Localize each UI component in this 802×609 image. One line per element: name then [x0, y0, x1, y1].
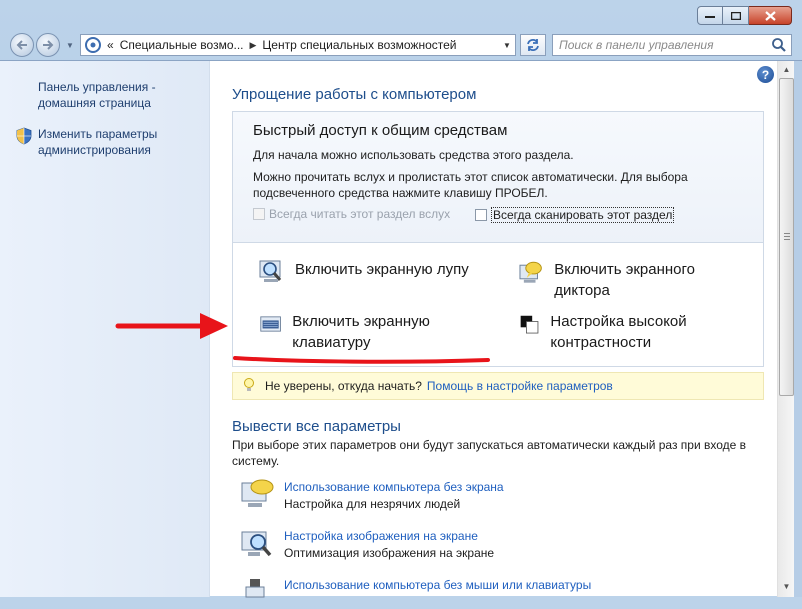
refresh-button[interactable]	[520, 34, 546, 56]
make-easier-to-see-desc: Оптимизация изображения на экране	[284, 546, 495, 560]
start-narrator-option[interactable]: Включить экранного диктора	[519, 259, 749, 301]
high-contrast-icon	[520, 315, 539, 334]
quick-access-instructions: Можно прочитать вслух и пролистать этот …	[253, 170, 688, 200]
maximize-button[interactable]	[723, 6, 749, 25]
keyboard-icon	[260, 316, 281, 332]
quick-tools-panel: Включить экранную лупу Включить экранног…	[232, 243, 764, 367]
magnifier-label: Включить экранную лупу	[295, 261, 469, 278]
close-button[interactable]	[749, 6, 792, 25]
main-content: Упрощение работы с компьютером Быстрый д…	[210, 61, 777, 598]
always-read-label: Всегда читать этот раздел вслух	[269, 207, 451, 221]
search-icon[interactable]	[771, 37, 787, 56]
arrow-right-icon	[43, 40, 54, 50]
tip-text: Не уверены, откуда начать?	[265, 379, 422, 393]
client-area: Панель управления - домашняя страница Из…	[0, 60, 802, 598]
use-without-mouse-keyboard-option[interactable]: Использование компьютера без мыши или кл…	[240, 577, 591, 609]
control-panel-icon	[85, 37, 101, 53]
use-without-display-desc: Настройка для незрячих людей	[284, 497, 461, 511]
always-scan-checkbox[interactable]: Всегда сканировать этот раздел	[475, 207, 675, 223]
shield-icon	[16, 127, 32, 148]
high-contrast-label: Настройка высокой контрастности	[550, 313, 687, 351]
minimize-button[interactable]	[697, 6, 723, 25]
help-setup-link[interactable]: Помощь в настройке параметров	[427, 379, 613, 393]
section-heading-explore-all: Вывести все параметры	[232, 418, 401, 435]
scroll-up-button[interactable]: ▲	[778, 61, 795, 78]
breadcrumb-ease-of-access-center[interactable]: Центр специальных возможностей	[262, 38, 456, 52]
control-panel-home-link[interactable]: Панель управления - домашняя страница	[38, 79, 198, 111]
explore-all-description: При выборе этих параметров они будут зап…	[232, 438, 747, 468]
vertical-scrollbar[interactable]: ▲ ▼	[777, 61, 794, 597]
close-icon	[764, 10, 776, 21]
quick-access-title: Быстрый доступ к общим средствам	[253, 122, 508, 139]
lightbulb-icon	[243, 377, 255, 396]
set-high-contrast-option[interactable]: Настройка высокой контрастности	[519, 311, 749, 353]
narrator-icon	[519, 261, 542, 283]
start-on-screen-keyboard-option[interactable]: Включить экранную клавиатуру	[259, 311, 489, 353]
scroll-down-button[interactable]: ▼	[778, 578, 795, 595]
use-without-display-link[interactable]: Использование компьютера без экрана	[284, 479, 504, 496]
search-box[interactable]	[552, 34, 792, 56]
always-read-checkbox[interactable]: Всегда читать этот раздел вслух	[253, 207, 450, 221]
narrator-label: Включить экранного диктора	[554, 261, 695, 299]
make-easier-to-see-option[interactable]: Настройка изображения на экране Оптимиза…	[240, 528, 494, 562]
start-magnifier-option[interactable]: Включить экранную лупу	[259, 259, 469, 285]
magnifier-icon	[259, 260, 282, 282]
on-screen-keyboard-label: Включить экранную клавиатуру	[292, 313, 430, 351]
quick-access-panel: Быстрый доступ к общим средствам Для нач…	[232, 111, 764, 243]
quick-access-intro: Для начала можно использовать средства э…	[253, 148, 574, 162]
no-display-icon	[241, 479, 274, 507]
no-mouse-keyboard-icon	[245, 579, 265, 598]
search-input[interactable]	[553, 35, 753, 55]
section-heading-make-easier: Упрощение работы с компьютером	[232, 86, 477, 103]
minimize-icon	[705, 15, 715, 18]
recent-pages-dropdown[interactable]: ▼	[66, 41, 74, 50]
make-easier-to-see-link[interactable]: Настройка изображения на экране	[284, 528, 494, 545]
help-tip-bar: Не уверены, откуда начать? Помощь в наст…	[232, 372, 764, 400]
back-button[interactable]	[10, 33, 34, 57]
use-without-display-option[interactable]: Использование компьютера без экрана Наст…	[240, 479, 504, 513]
refresh-icon	[527, 39, 539, 51]
arrow-left-icon	[16, 40, 27, 50]
address-dropdown[interactable]: ▼	[498, 34, 516, 56]
breadcrumb-separator[interactable]: ▶	[250, 40, 257, 51]
navigation-bar: ▼ « Специальные возмо... ▶ Центр специал…	[0, 30, 802, 60]
breadcrumb-overflow[interactable]: «	[107, 38, 114, 52]
checkbox-icon[interactable]	[475, 209, 487, 221]
window-controls	[697, 6, 792, 25]
always-scan-label: Всегда сканировать этот раздел	[491, 207, 675, 223]
address-bar[interactable]: « Специальные возмо... ▶ Центр специальн…	[80, 34, 516, 56]
title-bar	[0, 0, 802, 30]
checkbox-icon[interactable]	[253, 208, 265, 220]
use-without-mouse-keyboard-link[interactable]: Использование компьютера без мыши или кл…	[284, 577, 591, 594]
change-admin-settings-link[interactable]: Изменить параметры администрирования	[38, 126, 203, 158]
display-magnifier-icon	[241, 531, 272, 557]
grip-icon	[784, 233, 790, 234]
breadcrumb-accessibility[interactable]: Специальные возмо...	[120, 38, 244, 52]
maximize-icon	[730, 11, 741, 20]
help-button[interactable]: ?	[757, 66, 774, 83]
window-frame-right	[794, 61, 802, 597]
scroll-thumb[interactable]	[779, 78, 794, 396]
forward-button[interactable]	[36, 33, 60, 57]
task-pane: Панель управления - домашняя страница Из…	[0, 61, 210, 597]
